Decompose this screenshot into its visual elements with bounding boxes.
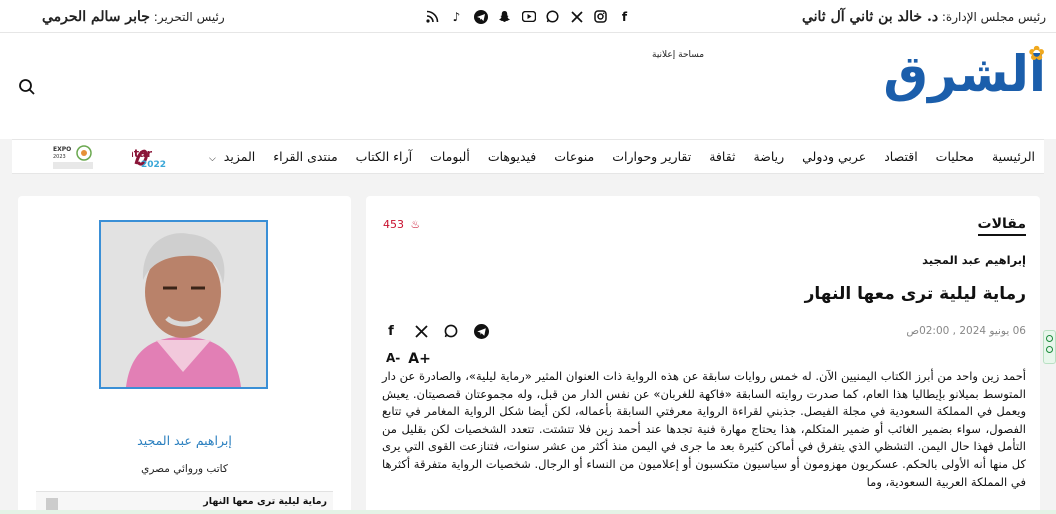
svg-text:2023: 2023 (53, 154, 66, 160)
settings-icon (1046, 346, 1053, 353)
chevron-down-icon: ⌵ (208, 154, 216, 164)
sidebar-author-role: كاتب وروائي مصري (141, 463, 228, 475)
fire-icon: ♨ (410, 218, 421, 231)
facebook-share-icon[interactable]: f (383, 323, 399, 339)
article-panel: مقالات 453 ♨ إبراهيم عبد المجيد رماية لي… (366, 196, 1040, 514)
search-icon[interactable] (18, 78, 36, 96)
nav-item-local[interactable]: محليات (927, 149, 983, 164)
nav-item-readers-forum[interactable]: منتدى القراء (264, 149, 346, 164)
article-date: 06 يونيو 2024 , 02:00ص (906, 325, 1026, 337)
view-count-number: 453 (383, 218, 404, 231)
whatsapp-icon[interactable] (544, 8, 561, 25)
telegram-share-icon[interactable] (473, 323, 489, 339)
nav-item-culture[interactable]: ثقافة (700, 149, 744, 164)
nav-more-label: المزيد (223, 149, 256, 164)
x-icon[interactable] (568, 8, 585, 25)
site-logo[interactable]: الشرق ✿ (883, 43, 1047, 99)
sidebar-author-name[interactable]: إبراهيم عبد المجيد (18, 433, 351, 448)
article-body: أحمد زين واحد من أبرز الكتاب اليمنيين ال… (382, 369, 1026, 489)
main-nav: الرئيسية محليات اقتصاد عربي ودولي رياضة … (12, 139, 1044, 174)
section-title[interactable]: مقالات (977, 216, 1026, 236)
logo-flower-icon: ✿ (1028, 41, 1045, 65)
site-header: الشرق ✿ مساحة إعلانية (0, 33, 1056, 139)
author-photo[interactable] (99, 220, 268, 389)
related-article-title: رماية ليلية ترى معها النهار (203, 496, 327, 507)
font-smaller-button[interactable]: A- (386, 351, 400, 367)
youtube-icon[interactable] (520, 8, 537, 25)
logo-text: الشرق (883, 45, 1047, 103)
nav-item-economy[interactable]: اقتصاد (875, 149, 926, 164)
nav-item-home[interactable]: الرئيسية (983, 149, 1044, 164)
nav-item-variety[interactable]: منوعات (545, 149, 603, 164)
editor-name: جابر سالم الحرمي (42, 9, 150, 25)
rss-icon[interactable] (424, 8, 441, 25)
nav-item-albums[interactable]: ألبومات (421, 149, 479, 164)
telegram-icon[interactable] (472, 8, 489, 25)
related-article-thumb (46, 498, 58, 510)
author-sidebar: إبراهيم عبد المجيد كاتب وروائي مصري رماي… (18, 196, 351, 514)
instagram-icon[interactable] (592, 8, 609, 25)
nav-item-sports[interactable]: رياضة (745, 149, 794, 164)
social-links: ♪ f (424, 8, 633, 26)
facebook-icon[interactable]: f (616, 8, 633, 25)
nav-item-more[interactable]: المزيد ⌵ (200, 149, 264, 164)
article-author[interactable]: إبراهيم عبد المجيد (922, 253, 1026, 267)
share-buttons: f (383, 323, 489, 339)
top-bar: رئيس مجلس الإدارة: د. خالد بن ثاني آل ثا… (0, 0, 1056, 33)
tiktok-icon[interactable]: ♪ (448, 8, 465, 25)
view-count: 453 ♨ (383, 218, 420, 231)
article-title: رماية ليلية ترى معها النهار (804, 284, 1026, 304)
nav-list: الرئيسية محليات اقتصاد عربي ودولي رياضة … (200, 149, 1044, 164)
chair-name: د. خالد بن ثاني آل ثاني (801, 9, 939, 25)
font-larger-button[interactable]: A+ (408, 351, 431, 367)
nav-item-opinion[interactable]: آراء الكتاب (347, 149, 421, 164)
nav-item-videos[interactable]: فيديوهات (479, 149, 545, 164)
bottom-strip (0, 510, 1056, 514)
svg-text:EXPO: EXPO (53, 146, 71, 153)
ad-space-label: مساحة إعلانية (652, 50, 705, 60)
qatar-year: 2022 (141, 160, 166, 170)
x-share-icon[interactable] (413, 323, 429, 339)
whatsapp-share-icon[interactable] (443, 323, 459, 339)
editor-label: رئيس التحرير: (153, 10, 225, 24)
chair-label: رئيس مجلس الإدارة: (941, 10, 1046, 24)
floating-side-widget[interactable] (1043, 330, 1056, 364)
qatar-text: Qatar (132, 147, 153, 160)
font-size-controls: A- A+ (386, 351, 431, 367)
nav-item-reports[interactable]: تقارير وحوارات (603, 149, 700, 164)
nav-item-arab-intl[interactable]: عربي ودولي (793, 149, 875, 164)
board-chair: رئيس مجلس الإدارة: د. خالد بن ثاني آل ثا… (802, 9, 1046, 25)
info-icon (1046, 335, 1053, 342)
snapchat-icon[interactable] (496, 8, 513, 25)
qatar-2022-logo[interactable]: Qatar 2022 (117, 144, 202, 170)
editor-in-chief: رئيس التحرير: جابر سالم الحرمي (42, 9, 225, 25)
expo-2023-logo[interactable]: EXPO 2023 (52, 143, 94, 171)
